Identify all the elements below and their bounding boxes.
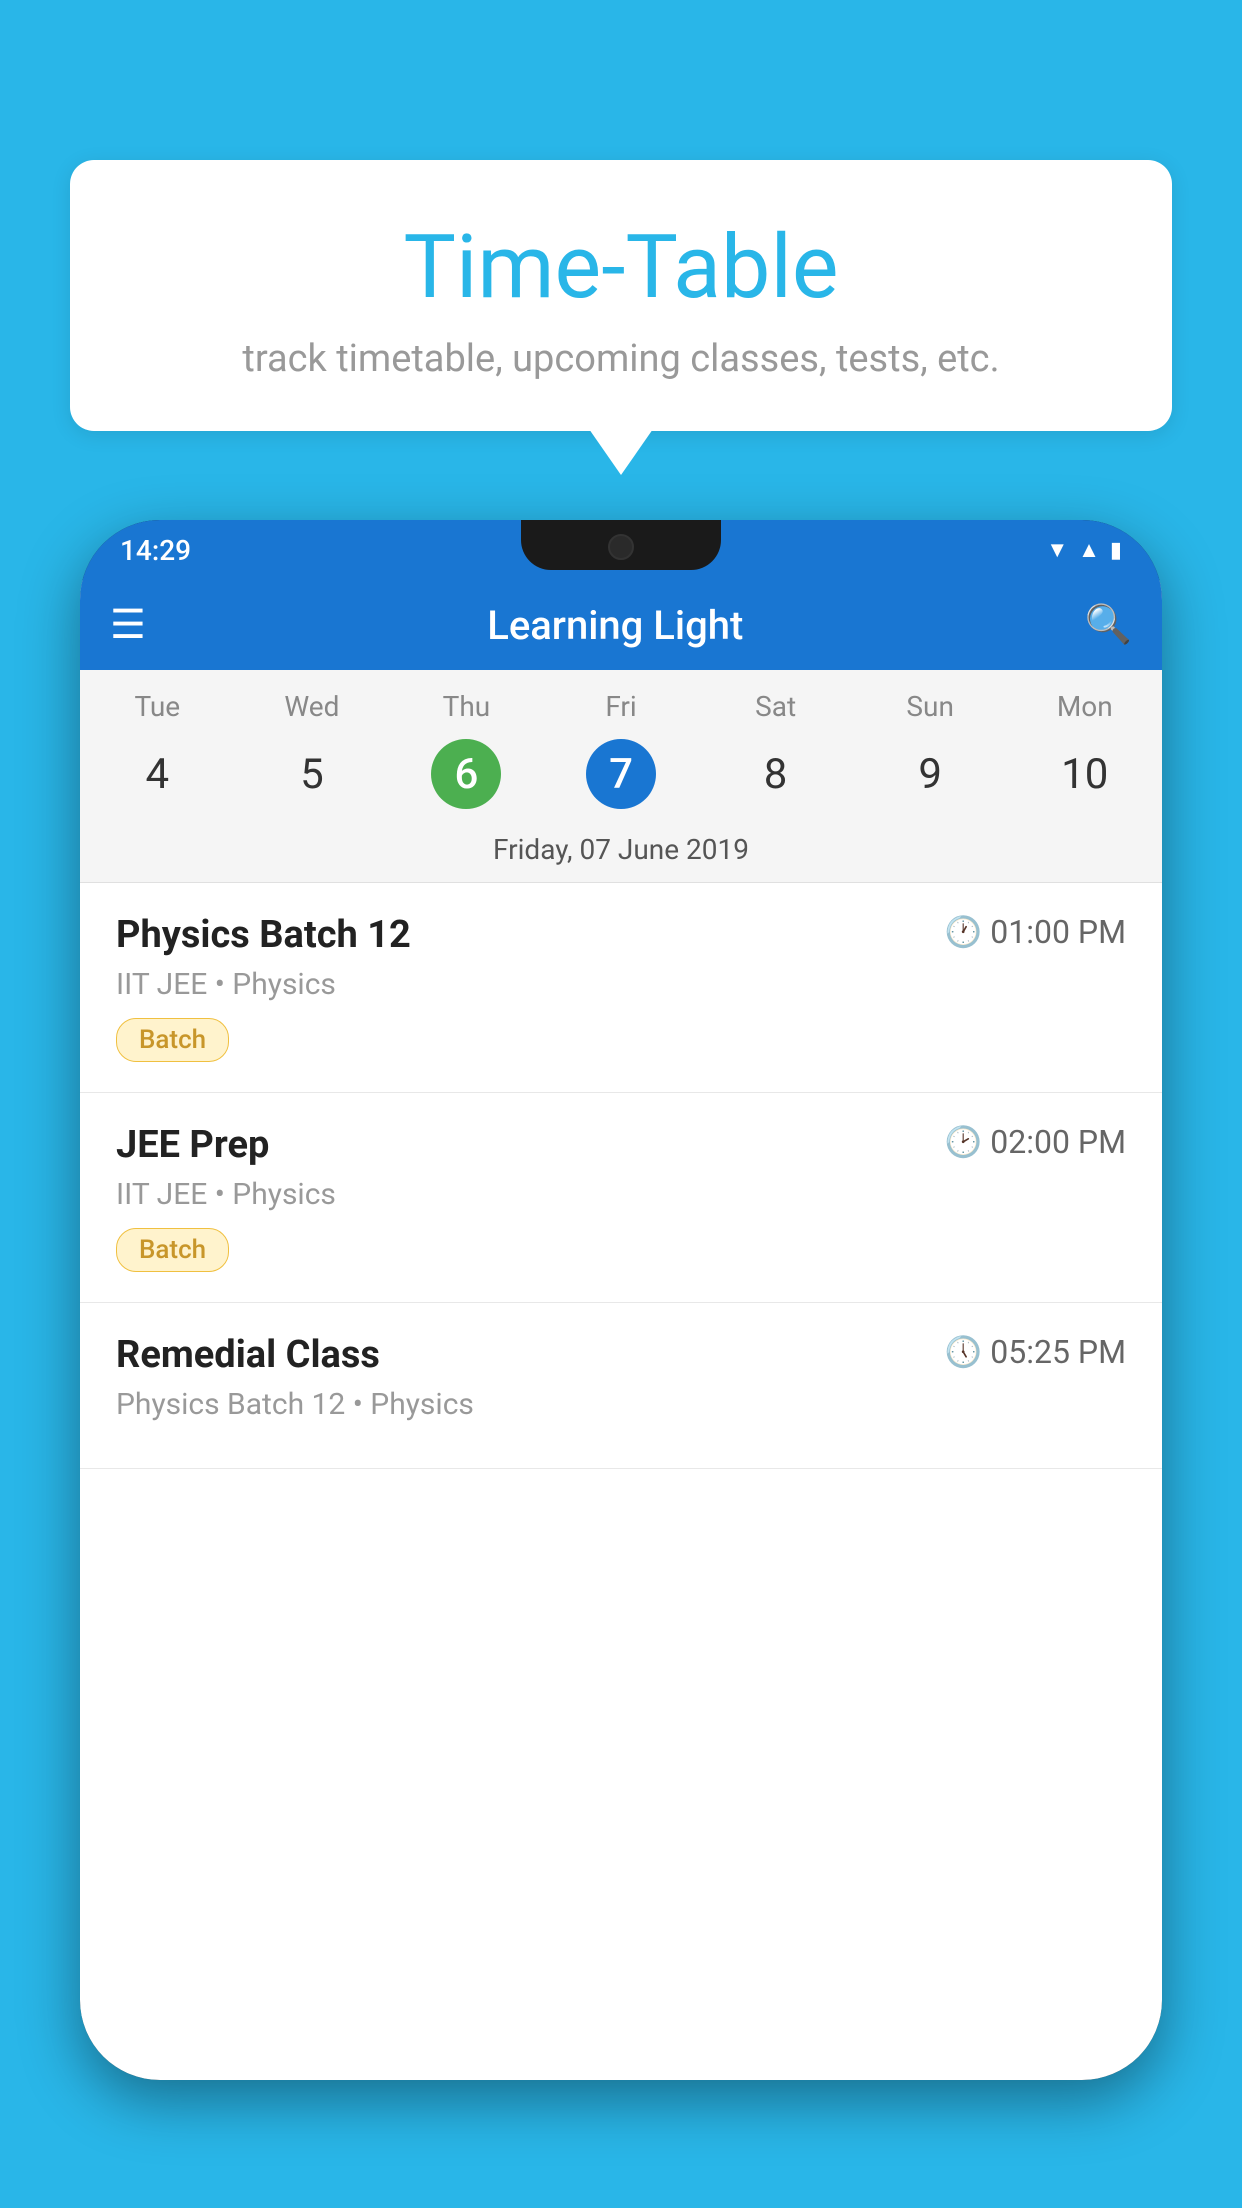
schedule-item-3[interactable]: Remedial Class 🕔 05:25 PM Physics Batch …: [80, 1303, 1162, 1469]
phone-frame: 14:29 ▼ ▲ ▮ ☰ Learning Light 🔍 Tue Wed T…: [80, 520, 1162, 2080]
schedule-list: Physics Batch 12 🕐 01:00 PM IIT JEE • Ph…: [80, 883, 1162, 1469]
wifi-icon: ▼: [1046, 537, 1068, 563]
bubble-subtitle: track timetable, upcoming classes, tests…: [110, 337, 1132, 381]
day-header-fri: Fri: [544, 690, 699, 723]
schedule-item-1-header: Physics Batch 12 🕐 01:00 PM: [116, 913, 1126, 957]
day-header-sun: Sun: [853, 690, 1008, 723]
schedule-time-1: 🕐 01:00 PM: [945, 913, 1126, 951]
schedule-title-1: Physics Batch 12: [116, 913, 411, 957]
schedule-item-1[interactable]: Physics Batch 12 🕐 01:00 PM IIT JEE • Ph…: [80, 883, 1162, 1093]
phone-notch: [521, 520, 721, 570]
phone-screen: ☰ Learning Light 🔍 Tue Wed Thu Fri Sat S…: [80, 580, 1162, 2080]
day-headers: Tue Wed Thu Fri Sat Sun Mon: [80, 670, 1162, 731]
day-10[interactable]: 10: [1007, 739, 1162, 809]
day-header-wed: Wed: [235, 690, 390, 723]
day-6-today[interactable]: 6: [389, 739, 544, 809]
status-icons: ▼ ▲ ▮: [1046, 537, 1122, 563]
calendar-section: Tue Wed Thu Fri Sat Sun Mon 4 5 6 7 8 9 …: [80, 670, 1162, 883]
speech-bubble: Time-Table track timetable, upcoming cla…: [70, 160, 1172, 431]
app-bar: ☰ Learning Light 🔍: [80, 580, 1162, 670]
speech-bubble-container: Time-Table track timetable, upcoming cla…: [70, 160, 1172, 431]
clock-icon-1: 🕐: [945, 915, 982, 950]
schedule-time-2: 🕑 02:00 PM: [945, 1123, 1126, 1161]
day-4[interactable]: 4: [80, 739, 235, 809]
clock-icon-3: 🕔: [945, 1335, 982, 1370]
day-header-sat: Sat: [698, 690, 853, 723]
app-title: Learning Light: [176, 602, 1055, 649]
schedule-subtitle-3: Physics Batch 12 • Physics: [116, 1387, 1126, 1422]
selected-date-label: Friday, 07 June 2019: [80, 823, 1162, 883]
schedule-subtitle-2: IIT JEE • Physics: [116, 1177, 1126, 1212]
schedule-subtitle-1: IIT JEE • Physics: [116, 967, 1126, 1002]
status-time: 14:29: [120, 534, 191, 567]
schedule-time-3: 🕔 05:25 PM: [945, 1333, 1126, 1371]
day-7-selected[interactable]: 7: [544, 739, 699, 809]
schedule-title-3: Remedial Class: [116, 1333, 380, 1377]
phone-container: 14:29 ▼ ▲ ▮ ☰ Learning Light 🔍 Tue Wed T…: [80, 520, 1162, 2208]
day-numbers: 4 5 6 7 8 9 10: [80, 731, 1162, 823]
day-header-tue: Tue: [80, 690, 235, 723]
menu-icon[interactable]: ☰: [110, 605, 146, 645]
batch-badge-1: Batch: [116, 1018, 229, 1062]
schedule-item-3-header: Remedial Class 🕔 05:25 PM: [116, 1333, 1126, 1377]
search-icon[interactable]: 🔍: [1085, 603, 1132, 647]
day-9[interactable]: 9: [853, 739, 1008, 809]
schedule-title-2: JEE Prep: [116, 1123, 269, 1167]
battery-icon: ▮: [1110, 538, 1122, 563]
day-5[interactable]: 5: [235, 739, 390, 809]
schedule-item-2[interactable]: JEE Prep 🕑 02:00 PM IIT JEE • Physics Ba…: [80, 1093, 1162, 1303]
schedule-item-2-header: JEE Prep 🕑 02:00 PM: [116, 1123, 1126, 1167]
phone-camera: [608, 534, 634, 560]
day-8[interactable]: 8: [698, 739, 853, 809]
batch-badge-2: Batch: [116, 1228, 229, 1272]
clock-icon-2: 🕑: [945, 1125, 982, 1160]
bubble-title: Time-Table: [110, 220, 1132, 317]
signal-icon: ▲: [1078, 537, 1100, 563]
day-header-thu: Thu: [389, 690, 544, 723]
day-header-mon: Mon: [1007, 690, 1162, 723]
